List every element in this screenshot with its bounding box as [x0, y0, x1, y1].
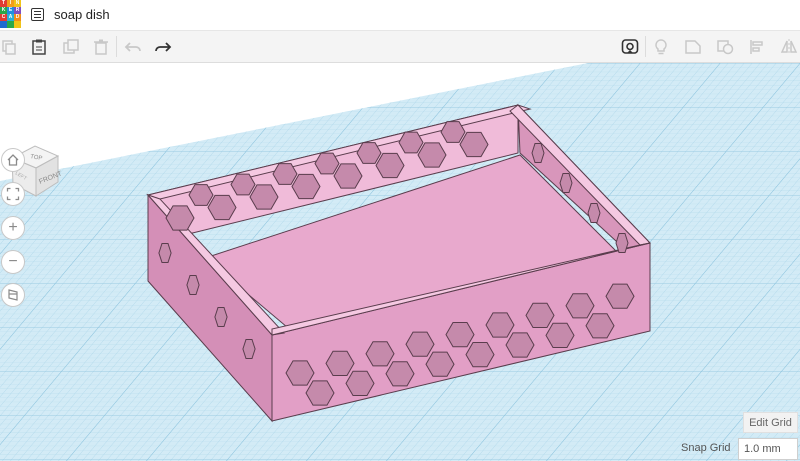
snap-grid-select[interactable]: 1.0 mm: [738, 438, 798, 460]
zoom-in-button[interactable]: +: [1, 216, 25, 240]
copy-icon[interactable]: [0, 31, 18, 62]
workplane-view[interactable]: TOP FRONT LEFT + −: [0, 63, 800, 461]
group-icon[interactable]: [714, 31, 736, 62]
logo-tile: D: [14, 14, 21, 21]
design-list-icon[interactable]: [31, 8, 44, 21]
workplane-canvas[interactable]: [0, 63, 800, 461]
hex-cutout: [186, 275, 200, 295]
bulb-icon[interactable]: [650, 31, 672, 62]
logo-tile: K: [0, 7, 7, 14]
logo-tile: [14, 21, 21, 28]
hex-cutout: [559, 173, 573, 193]
logo-tile: I: [7, 0, 14, 7]
mirror-icon[interactable]: [778, 31, 800, 62]
align-icon[interactable]: [746, 31, 768, 62]
hex-cutout: [531, 143, 545, 163]
logo-tile: [7, 21, 14, 28]
logo-tile: T: [0, 0, 7, 7]
hex-cutout: [587, 203, 601, 223]
undo-icon[interactable]: [122, 31, 144, 62]
hex-cutout: [158, 243, 172, 263]
ortho-view-button[interactable]: [1, 283, 25, 307]
fit-view-button[interactable]: [1, 182, 25, 206]
logo-tile: C: [0, 14, 7, 21]
title-bar: TINKERCAD soap dish: [0, 0, 800, 31]
logo-tile: R: [14, 7, 21, 14]
edit-grid-button[interactable]: Edit Grid: [743, 412, 798, 433]
logo-tile: [0, 21, 7, 28]
toolbar: [0, 31, 800, 63]
hex-cutout: [615, 233, 629, 253]
logo-tile: E: [7, 7, 14, 14]
hex-cutout: [214, 307, 228, 327]
duplicate-icon[interactable]: [60, 31, 82, 62]
note-icon[interactable]: [682, 31, 704, 62]
home-view-button[interactable]: [1, 148, 25, 172]
logo-tile: A: [7, 14, 14, 21]
snap-grid-label: Snap Grid: [681, 442, 731, 454]
paste-icon[interactable]: [28, 31, 50, 62]
tinkercad-logo[interactable]: TINKERCAD: [0, 0, 22, 28]
delete-icon[interactable]: [90, 31, 112, 62]
design-title[interactable]: soap dish: [54, 7, 110, 22]
zoom-out-button[interactable]: −: [1, 250, 25, 274]
camera-view-icon[interactable]: [618, 31, 642, 62]
hex-cutout: [242, 339, 256, 359]
redo-icon[interactable]: [152, 31, 174, 62]
logo-tile: N: [14, 0, 21, 7]
toolbar-separator: [645, 36, 646, 57]
toolbar-separator: [116, 36, 117, 57]
